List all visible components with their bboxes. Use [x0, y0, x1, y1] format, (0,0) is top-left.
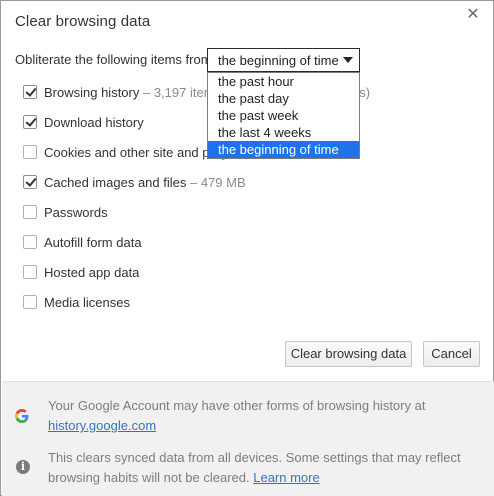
browsing-history-label: Browsing history: [44, 85, 140, 100]
learn-more-link[interactable]: Learn more: [253, 470, 319, 485]
chevron-down-icon: [343, 57, 353, 63]
sync-notice-text: This clears synced data from all devices…: [48, 448, 478, 488]
item-label: Browsing history – 3,197 items: [44, 85, 221, 100]
checkbox-hosted-app-data[interactable]: [23, 265, 37, 279]
option-past-week[interactable]: the past week: [208, 107, 359, 124]
footer: Your Google Account may have other forms…: [2, 381, 494, 496]
close-icon[interactable]: ✕: [465, 7, 481, 23]
option-past-hour[interactable]: the past hour: [208, 73, 359, 90]
checkbox-autofill[interactable]: [23, 235, 37, 249]
item-hosted-app-data[interactable]: Hosted app data: [23, 264, 463, 282]
clear-browsing-data-dialog: Clear browsing data ✕ Obliterate the fol…: [0, 0, 494, 496]
google-account-text: Your Google Account may have other forms…: [48, 396, 478, 436]
item-label: Cached images and files – 479 MB: [44, 175, 246, 190]
download-history-label: Download history: [44, 115, 144, 130]
checkbox-browsing-history[interactable]: [23, 85, 37, 99]
option-beginning-of-time[interactable]: the beginning of time: [208, 141, 359, 158]
cached-images-size: – 479 MB: [186, 175, 246, 190]
cached-images-label: Cached images and files: [44, 175, 187, 190]
item-media-licenses[interactable]: Media licenses: [23, 294, 463, 312]
hosted-app-data-label: Hosted app data: [44, 265, 140, 280]
autofill-label: Autofill form data: [44, 235, 142, 250]
checkbox-media-licenses[interactable]: [23, 295, 37, 309]
item-autofill[interactable]: Autofill form data: [23, 234, 463, 252]
item-cached-images[interactable]: Cached images and files – 479 MB: [23, 174, 463, 192]
media-licenses-label: Media licenses: [44, 295, 130, 310]
time-range-select[interactable]: the beginning of time: [207, 48, 360, 72]
history-google-link[interactable]: history.google.com: [48, 418, 156, 433]
dialog-title: Clear browsing data: [15, 13, 151, 30]
passwords-label: Passwords: [44, 205, 108, 220]
time-range-label: Obliterate the following items from:: [15, 52, 216, 67]
option-past-day[interactable]: the past day: [208, 90, 359, 107]
checkbox-cookies[interactable]: [23, 145, 37, 159]
checkbox-cached-images[interactable]: [23, 175, 37, 189]
google-g-icon: [15, 409, 29, 423]
checkbox-passwords[interactable]: [23, 205, 37, 219]
time-range-dropdown: the past hour the past day the past week…: [207, 72, 360, 159]
checkbox-download-history[interactable]: [23, 115, 37, 129]
time-range-selected-value: the beginning of time: [218, 53, 339, 68]
cookies-label: Cookies and other site and plug: [44, 145, 227, 160]
info-icon: i: [16, 460, 30, 474]
google-account-message: Your Google Account may have other forms…: [48, 398, 426, 413]
option-last-4-weeks[interactable]: the last 4 weeks: [208, 124, 359, 141]
cancel-button[interactable]: Cancel: [423, 341, 480, 367]
item-passwords[interactable]: Passwords: [23, 204, 463, 222]
clear-browsing-data-button[interactable]: Clear browsing data: [285, 341, 412, 367]
